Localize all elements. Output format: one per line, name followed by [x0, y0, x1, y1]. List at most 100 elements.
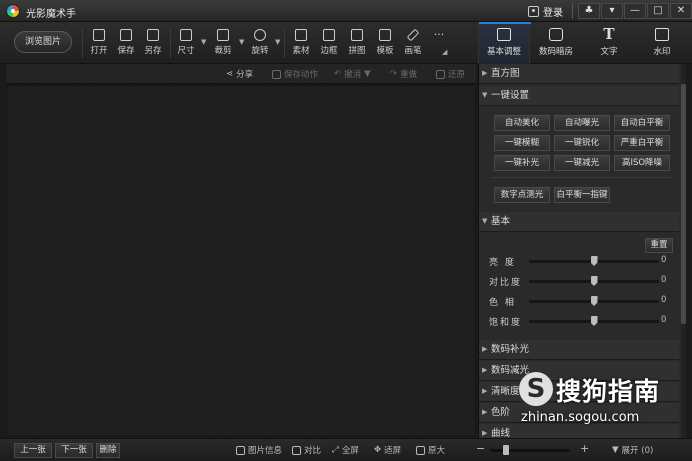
open-label: 打开: [90, 46, 108, 56]
auto-white-balance-button[interactable]: 自动白平衡: [614, 115, 670, 131]
title-bar: 光影魔术手 登录 ♣ ▾ — □ ✕: [0, 0, 692, 22]
brightness-slider[interactable]: 亮 度 0: [479, 254, 679, 268]
section-title: 数码减光: [491, 365, 530, 376]
original-size-button[interactable]: 原大: [416, 444, 445, 456]
one-click-section-header[interactable]: ▼ 一键设置: [479, 86, 679, 106]
chevron-right-icon: ▶: [482, 429, 488, 437]
camera-icon: [549, 28, 563, 41]
fit-screen-button[interactable]: ✥ 适屏: [374, 444, 401, 456]
white-balance-pick-button[interactable]: 白平衡一指键: [554, 187, 610, 203]
contrast-slider[interactable]: 对比度 0: [479, 274, 679, 288]
slider-thumb[interactable]: [590, 256, 598, 266]
save-as-icon: [147, 29, 159, 41]
hue-label: 色 相: [489, 298, 516, 308]
spot-metering-button[interactable]: 数字点测光: [494, 187, 550, 203]
auto-exposure-button[interactable]: 自动曝光: [554, 115, 610, 131]
save-button[interactable]: 保存: [111, 27, 141, 59]
compare-icon: [292, 445, 301, 455]
reset-button[interactable]: 重置: [645, 238, 673, 253]
text-icon: T: [603, 25, 615, 43]
more-tools-button[interactable]: ···: [424, 28, 454, 60]
zoom-slider-track[interactable]: [490, 449, 570, 452]
saturation-value: 0: [661, 315, 667, 325]
scrollbar-thumb[interactable]: [681, 84, 686, 324]
collage-button[interactable]: 拼图: [342, 27, 372, 59]
slider-thumb[interactable]: [590, 276, 598, 286]
tab-watermark-label: 水印: [653, 47, 671, 57]
restore-button[interactable]: 还原: [436, 68, 465, 80]
sogou-logo: S: [519, 372, 553, 406]
skin-button[interactable]: ♣: [578, 3, 600, 19]
histogram-section-header[interactable]: ▶ 直方图: [479, 64, 679, 84]
one-click-sharpen-button[interactable]: 一键锐化: [554, 135, 610, 151]
undo-button[interactable]: ↶ 撤消 ▼: [334, 68, 371, 80]
menu-button[interactable]: ▾: [601, 3, 623, 19]
restore-icon: [436, 69, 445, 79]
login-label: 登录: [543, 8, 563, 19]
save-icon: [120, 29, 132, 41]
saturation-slider[interactable]: 饱和度 0: [479, 314, 679, 328]
previous-image-button[interactable]: 上一张: [14, 443, 52, 458]
panel-scrollbar[interactable]: [681, 64, 686, 438]
curves-section[interactable]: ▶ 曲线: [479, 424, 679, 438]
share-button[interactable]: ⋖ 分享: [226, 68, 253, 80]
compare-button[interactable]: 对比: [292, 444, 321, 456]
high-iso-denoise-button[interactable]: 高ISO降噪: [614, 155, 670, 171]
save-as-label: 另存: [144, 46, 162, 56]
tab-basic-adjust[interactable]: 基本调整: [478, 22, 531, 64]
app-logo-icon: [6, 4, 20, 18]
redo-label: 重做: [400, 70, 418, 80]
auto-beautify-button[interactable]: 自动美化: [494, 115, 550, 131]
undo-dropdown-icon[interactable]: ▼: [364, 69, 371, 79]
expand-filmstrip-button[interactable]: ▼ 展开 (0): [612, 444, 653, 456]
tab-watermark[interactable]: 水印: [636, 22, 688, 64]
fullscreen-button[interactable]: ⤢ 全屏: [332, 444, 359, 456]
material-button[interactable]: 素材: [286, 27, 316, 59]
tab-text[interactable]: T 文字: [583, 22, 635, 64]
watermark-icon: [655, 28, 669, 41]
next-image-button[interactable]: 下一张: [55, 443, 93, 458]
one-click-fill-light-button[interactable]: 一键补光: [494, 155, 550, 171]
maximize-button[interactable]: □: [647, 3, 669, 19]
slider-thumb[interactable]: [590, 296, 598, 306]
image-canvas[interactable]: [6, 85, 476, 437]
template-button[interactable]: 模板: [370, 27, 400, 59]
compare-label: 对比: [304, 446, 322, 456]
minimize-button[interactable]: —: [624, 3, 646, 19]
section-title: 清晰度: [491, 386, 520, 397]
rotate-button[interactable]: 旋转: [245, 27, 275, 59]
toolbar-expand-icon[interactable]: ◢: [442, 48, 447, 56]
crop-dropdown-icon[interactable]: ▼: [239, 38, 244, 46]
section-title: 数码补光: [491, 344, 530, 355]
action-bar: ⋖ 分享 保存动作 ↶ 撤消 ▼ ↷ 重做 还原: [6, 64, 476, 84]
severe-white-balance-button[interactable]: 严重白平衡: [614, 135, 670, 151]
zoom-slider-thumb[interactable]: [503, 445, 509, 455]
close-button[interactable]: ✕: [670, 3, 692, 19]
login-button[interactable]: 登录: [528, 4, 563, 19]
zoom-out-button[interactable]: −: [476, 442, 485, 455]
basic-section-header[interactable]: ▼ 基本: [479, 212, 679, 232]
crop-icon: [217, 29, 229, 41]
border-button[interactable]: 边框: [314, 27, 344, 59]
watermark-title: 搜狗指南: [556, 377, 661, 406]
image-info-button[interactable]: 图片信息: [236, 444, 282, 456]
crop-button[interactable]: 裁剪: [208, 27, 238, 59]
delete-button[interactable]: 删除: [96, 443, 120, 458]
resize-dropdown-icon[interactable]: ▼: [201, 38, 206, 46]
rotate-dropdown-icon[interactable]: ▼: [275, 38, 280, 46]
save-action-button[interactable]: 保存动作: [272, 68, 318, 80]
browse-images-button[interactable]: 浏览图片: [14, 31, 72, 53]
open-button[interactable]: 打开: [84, 27, 114, 59]
zoom-in-button[interactable]: +: [580, 442, 589, 455]
redo-button[interactable]: ↷ 重做: [390, 68, 417, 80]
one-click-reduce-light-button[interactable]: 一键减光: [554, 155, 610, 171]
save-as-button[interactable]: 另存: [138, 27, 168, 59]
undo-label: 撤消: [344, 70, 362, 80]
resize-button[interactable]: 尺寸: [171, 27, 201, 59]
hue-slider[interactable]: 色 相 0: [479, 294, 679, 308]
digital-fill-light-section[interactable]: ▶ 数码补光: [479, 340, 679, 360]
slider-thumb[interactable]: [590, 316, 598, 326]
one-click-blur-button[interactable]: 一键模糊: [494, 135, 550, 151]
tab-digital-darkroom[interactable]: 数码暗房: [530, 22, 582, 64]
brush-icon: [406, 28, 420, 42]
